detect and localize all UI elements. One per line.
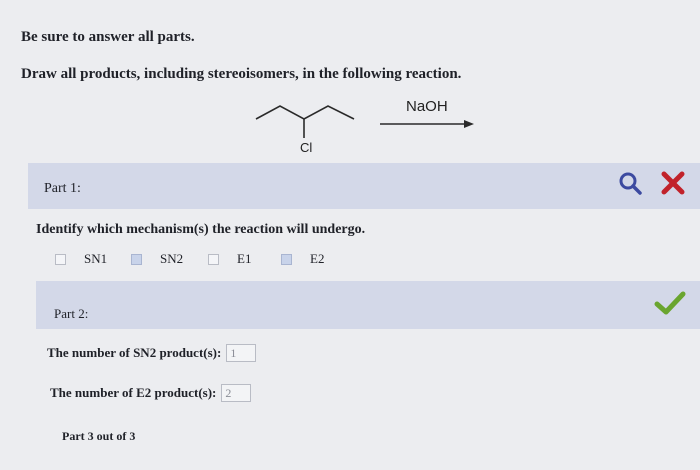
checkbox-sn2[interactable] xyxy=(131,253,142,265)
part2-label: Part 2: xyxy=(54,306,89,321)
instruction-draw-products: Draw all products, including stereoisome… xyxy=(21,66,462,82)
option-sn2-label: SN2 xyxy=(160,251,184,266)
check-icon xyxy=(654,291,686,315)
option-sn1-label: SN1 xyxy=(84,251,108,266)
chlorine-label: Cl xyxy=(300,140,313,155)
part3-label: Part 3 out of 3 xyxy=(62,429,136,443)
option-e1-label: E1 xyxy=(237,251,252,266)
reaction-arrow xyxy=(380,120,474,128)
search-icon[interactable] xyxy=(617,170,643,196)
checkbox-e1[interactable] xyxy=(208,253,219,265)
e2-count-label: The number of E2 product(s): xyxy=(50,385,217,400)
e2-count-row: The number of E2 product(s): 2 xyxy=(50,384,252,402)
e2-count-input[interactable]: 2 xyxy=(221,384,252,402)
mechanism-question: Identify which mechanism(s) the reaction… xyxy=(36,222,366,237)
reagent-label: NaOH xyxy=(406,98,448,115)
checkbox-sn1[interactable] xyxy=(55,253,66,265)
option-e2-label: E2 xyxy=(310,251,325,266)
option-e2[interactable]: E2 xyxy=(281,249,324,269)
sn2-count-label: The number of SN2 product(s): xyxy=(47,345,222,360)
instruction-answer-all: Be sure to answer all parts. xyxy=(21,29,195,45)
option-sn2[interactable]: SN2 xyxy=(131,249,183,269)
option-sn1[interactable]: SN1 xyxy=(55,249,107,269)
close-icon[interactable] xyxy=(658,168,688,198)
carbon-chain xyxy=(255,105,355,120)
part1-label: Part 1: xyxy=(44,181,81,196)
sn2-count-input[interactable]: 1 xyxy=(226,344,257,362)
substrate-structure xyxy=(255,105,355,138)
part2-header xyxy=(36,281,700,329)
part1-header xyxy=(28,163,700,209)
sn2-count-row: The number of SN2 product(s): 1 xyxy=(47,344,257,362)
option-e1[interactable]: E1 xyxy=(208,249,251,269)
checkbox-e2[interactable] xyxy=(281,253,292,265)
